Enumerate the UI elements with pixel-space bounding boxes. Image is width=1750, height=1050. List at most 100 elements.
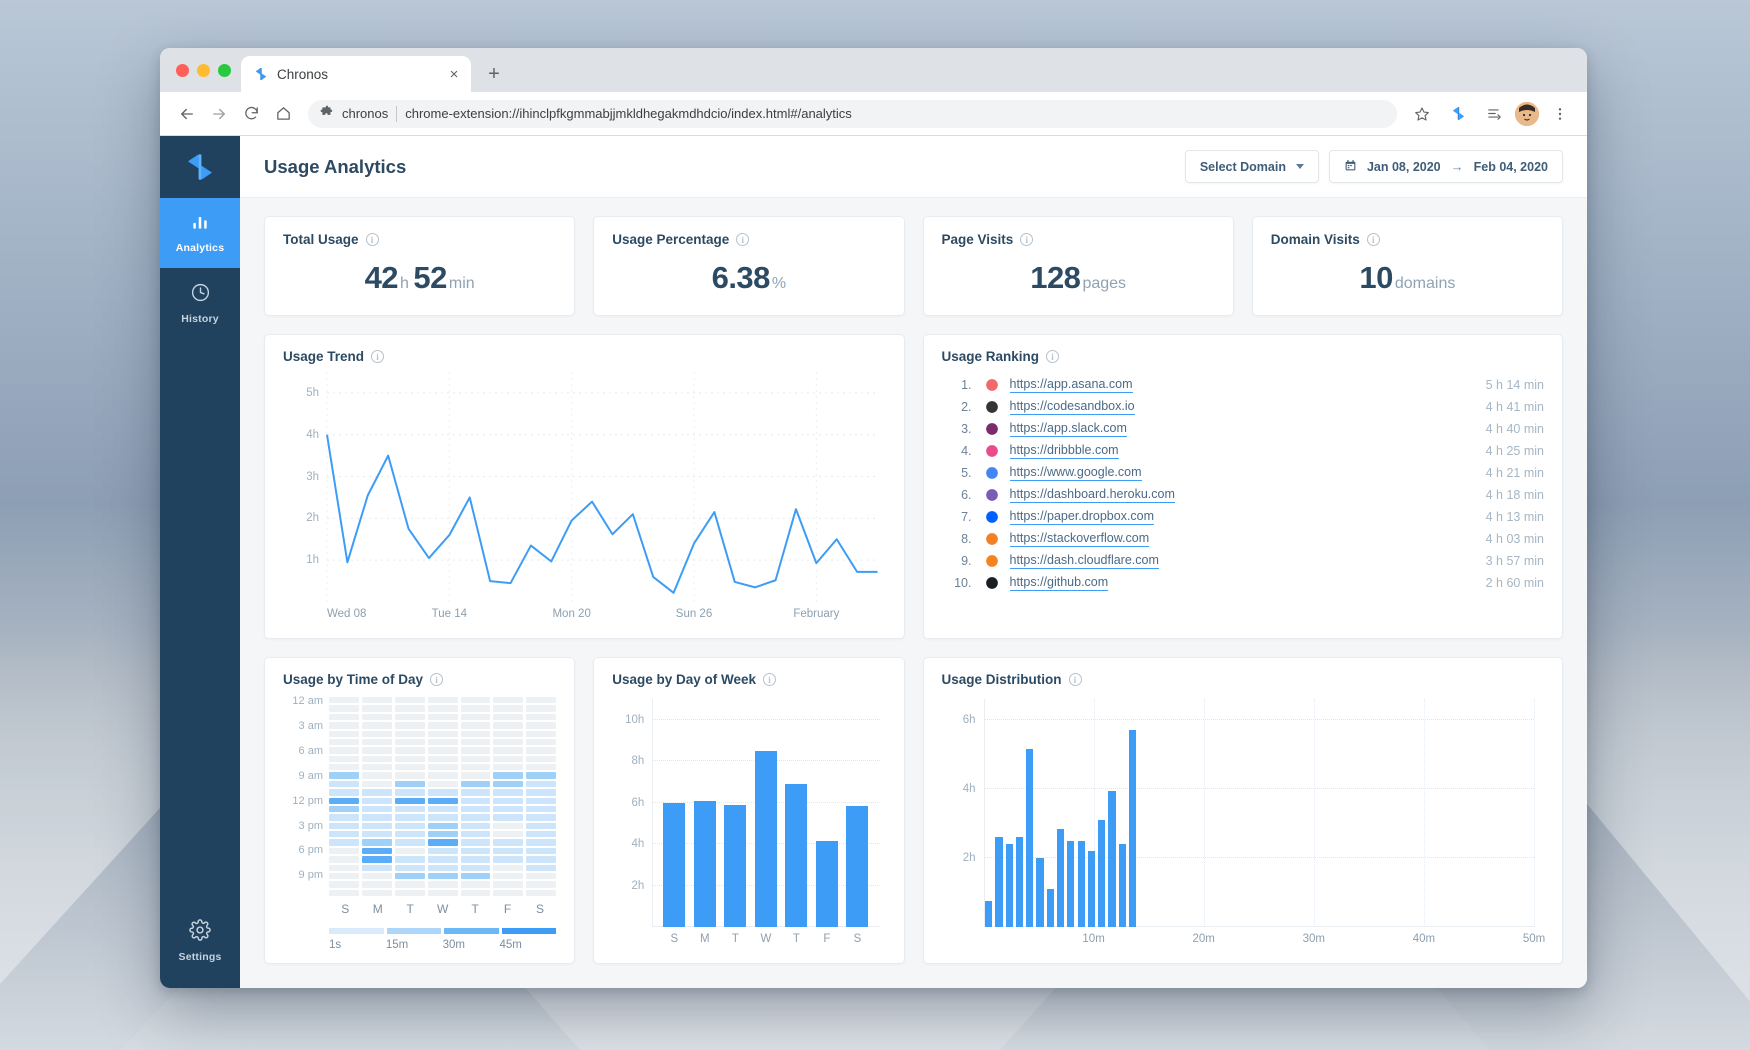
heatmap-cell[interactable]: [329, 772, 359, 779]
heatmap-cell[interactable]: [361, 864, 392, 871]
heatmap-cell[interactable]: [394, 747, 425, 754]
info-icon[interactable]: i: [1046, 350, 1060, 363]
bar[interactable]: [1108, 790, 1116, 927]
heatmap-cell[interactable]: [460, 764, 491, 771]
heatmap-cell[interactable]: [493, 764, 524, 771]
heatmap-cell[interactable]: [361, 730, 392, 737]
heatmap-cell[interactable]: [460, 856, 491, 863]
ranking-url-link[interactable]: https://codesandbox.io: [1009, 399, 1135, 415]
heatmap-cell[interactable]: [493, 872, 524, 880]
heatmap-cell[interactable]: [394, 713, 425, 721]
heatmap-cell[interactable]: [526, 697, 557, 704]
heatmap-cell[interactable]: [427, 755, 458, 762]
heatmap-cell[interactable]: [526, 755, 557, 762]
heatmap-cell[interactable]: [394, 839, 425, 846]
heatmap-cell[interactable]: [329, 856, 359, 863]
heatmap-cell[interactable]: [394, 697, 425, 704]
heatmap-cell[interactable]: [427, 847, 458, 855]
heatmap-cell[interactable]: [460, 772, 491, 779]
forward-arrow-icon[interactable]: [204, 99, 234, 129]
heatmap-cell[interactable]: [394, 772, 425, 779]
heatmap-cell[interactable]: [361, 822, 392, 829]
chronos-extension-icon[interactable]: [1443, 99, 1473, 129]
heatmap-cell[interactable]: [394, 738, 425, 746]
heatmap-cell[interactable]: [460, 747, 491, 754]
heatmap-cell[interactable]: [493, 797, 524, 804]
bar[interactable]: [1118, 844, 1126, 927]
heatmap-cell[interactable]: [329, 864, 359, 871]
heatmap-cell[interactable]: [394, 755, 425, 762]
bookmark-star-icon[interactable]: [1407, 99, 1437, 129]
bar[interactable]: [724, 804, 747, 927]
heatmap-cell[interactable]: [460, 713, 491, 721]
heatmap-cell[interactable]: [361, 764, 392, 771]
heatmap-cell[interactable]: [526, 738, 557, 746]
heatmap-cell[interactable]: [329, 780, 359, 788]
heatmap-cell[interactable]: [526, 713, 557, 721]
heatmap-cell[interactable]: [394, 872, 425, 880]
heatmap-cell[interactable]: [394, 789, 425, 796]
heatmap-cell[interactable]: [361, 738, 392, 746]
bar[interactable]: [1128, 730, 1137, 927]
bar[interactable]: [985, 901, 993, 927]
heatmap-cell[interactable]: [394, 864, 425, 871]
bar[interactable]: [1015, 837, 1024, 927]
heatmap-cell[interactable]: [493, 831, 524, 838]
heatmap-cell[interactable]: [427, 730, 458, 737]
heatmap-cell[interactable]: [526, 847, 557, 855]
heatmap-cell[interactable]: [427, 872, 458, 880]
heatmap-cell[interactable]: [329, 713, 359, 721]
heatmap-cell[interactable]: [361, 847, 392, 855]
bar[interactable]: [1067, 840, 1075, 927]
info-icon[interactable]: i: [430, 673, 444, 686]
heatmap-cell[interactable]: [329, 822, 359, 829]
heatmap-cell[interactable]: [329, 755, 359, 762]
ranking-url-link[interactable]: https://dash.cloudflare.com: [1009, 553, 1159, 569]
heatmap-cell[interactable]: [460, 847, 491, 855]
maximize-window-button[interactable]: [218, 63, 231, 77]
info-icon[interactable]: i: [1068, 673, 1082, 686]
heatmap-cell[interactable]: [493, 713, 524, 721]
heatmap-cell[interactable]: [460, 705, 491, 712]
heatmap-cell[interactable]: [526, 822, 557, 829]
heatmap-cell[interactable]: [427, 889, 458, 896]
heatmap-cell[interactable]: [460, 872, 491, 880]
profile-avatar-icon[interactable]: [1515, 101, 1539, 126]
heatmap-cell[interactable]: [329, 697, 359, 704]
browser-tab-chronos[interactable]: Chronos ×: [241, 56, 471, 92]
heatmap-cell[interactable]: [526, 772, 557, 779]
bar[interactable]: [846, 805, 869, 927]
info-icon[interactable]: i: [736, 233, 750, 246]
heatmap-cell[interactable]: [361, 713, 392, 721]
bar[interactable]: [754, 750, 777, 927]
heatmap-cell[interactable]: [460, 831, 491, 838]
heatmap-cell[interactable]: [493, 789, 524, 796]
heatmap-cell[interactable]: [361, 805, 392, 813]
heatmap-cell[interactable]: [394, 831, 425, 838]
heatmap-cell[interactable]: [526, 805, 557, 813]
heatmap-cell[interactable]: [427, 697, 458, 704]
heatmap-cell[interactable]: [526, 780, 557, 788]
heatmap-cell[interactable]: [526, 889, 557, 896]
heatmap-cell[interactable]: [361, 755, 392, 762]
heatmap-cell[interactable]: [329, 722, 359, 729]
heatmap-cell[interactable]: [361, 839, 392, 846]
info-icon[interactable]: i: [1020, 233, 1034, 246]
heatmap-cell[interactable]: [526, 831, 557, 838]
heatmap-cell[interactable]: [329, 847, 359, 855]
ranking-url-link[interactable]: https://www.google.com: [1009, 465, 1142, 481]
back-arrow-icon[interactable]: [172, 99, 202, 129]
select-domain-dropdown[interactable]: Select Domain: [1184, 150, 1319, 183]
sidebar-item-analytics[interactable]: Analytics: [160, 198, 240, 268]
heatmap-cell[interactable]: [361, 881, 392, 888]
heatmap-cell[interactable]: [361, 705, 392, 712]
heatmap-cell[interactable]: [526, 764, 557, 771]
heatmap-cell[interactable]: [427, 713, 458, 721]
heatmap-cell[interactable]: [361, 797, 392, 804]
heatmap-cell[interactable]: [460, 738, 491, 746]
close-icon[interactable]: ×: [445, 65, 463, 83]
bar[interactable]: [663, 802, 686, 927]
heatmap-cell[interactable]: [460, 797, 491, 804]
bar[interactable]: [1077, 840, 1085, 927]
reading-list-icon[interactable]: [1479, 99, 1509, 129]
